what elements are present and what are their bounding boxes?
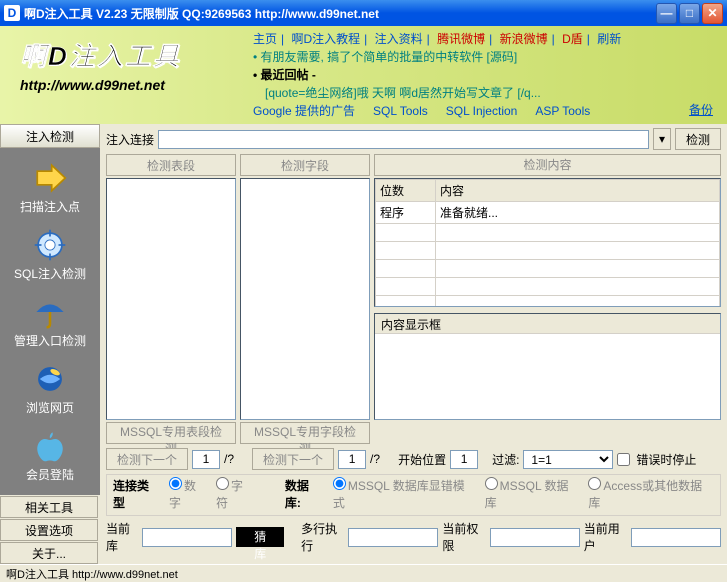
table-row (376, 277, 720, 295)
link-asptools[interactable]: ASP Tools (535, 102, 590, 120)
url-label: 注入连接 (106, 131, 154, 148)
conn-type-label: 连接类型 (113, 477, 161, 511)
start-pos-label: 开始位置 (398, 451, 446, 468)
connection-fieldset: 连接类型 数字 字符 数据库: MSSQL 数据库显错模式 MSSQL 数据库 … (106, 474, 721, 516)
nav-sina-weibo[interactable]: 新浪微博 (500, 32, 548, 46)
start-pos-input[interactable] (450, 450, 478, 469)
sidebar: 注入检测 扫描注入点 SQL注入检测 管理入口检测 浏览网页 会员登陆 (0, 124, 100, 564)
table-row (376, 295, 720, 307)
table-row (376, 223, 720, 241)
mssql-tables-button[interactable]: MSSQL专用表段检测 (106, 422, 236, 444)
db-label: 数据库: (285, 477, 325, 511)
page-input-1[interactable] (192, 450, 220, 469)
conn-type-number-radio[interactable] (169, 477, 182, 490)
recent-posts-label: • 最近回帖 - (253, 68, 316, 82)
current-db-input[interactable] (142, 528, 232, 547)
conn-type-char-radio[interactable] (216, 477, 229, 490)
table-row (376, 241, 720, 259)
current-priv-label: 当前权限 (442, 520, 485, 554)
sidebar-item-sql-detect[interactable]: SQL注入检测 (5, 223, 95, 286)
display-area: 内容显示框 (374, 313, 721, 420)
banner-note: • 有朋友需要, 搞了个简单的批量的中转软件 [源码] (253, 48, 719, 66)
sidebar-item-admin-detect[interactable]: 管理入口检测 (5, 290, 95, 353)
url-dropdown-button[interactable]: ▾ (653, 128, 671, 150)
current-db-label: 当前库 (106, 520, 138, 554)
tables-listbox[interactable] (106, 178, 236, 420)
detect-button[interactable]: 检测 (675, 128, 721, 150)
nav-home[interactable]: 主页 (253, 32, 277, 46)
target-icon (32, 227, 68, 263)
content-grid[interactable]: 位数内容 程序准备就绪... (374, 178, 721, 307)
url-input[interactable] (158, 130, 649, 149)
table-row (376, 259, 720, 277)
current-user-label: 当前用户 (584, 520, 627, 554)
sidebar-item-login[interactable]: 会员登陆 (5, 424, 95, 487)
sidebar-btn-tools[interactable]: 相关工具 (0, 496, 98, 518)
minimize-button[interactable]: — (656, 3, 677, 24)
stop-on-error-checkbox[interactable] (617, 453, 630, 466)
current-user-input[interactable] (631, 528, 721, 547)
link-sqltools[interactable]: SQL Tools (373, 102, 428, 120)
backup-link[interactable]: 备份 (689, 101, 713, 118)
close-button[interactable]: ✕ (702, 3, 723, 24)
statusbar: 啊D注入工具 http://www.d99net.net (0, 564, 727, 582)
page-sep-1: /? (224, 452, 234, 466)
grid-header-content: 内容 (436, 179, 720, 201)
sidebar-btn-settings[interactable]: 设置选项 (0, 519, 98, 541)
guess-db-button[interactable]: 猜库 (236, 527, 284, 547)
fields-listbox[interactable] (240, 178, 370, 420)
logo-text: 啊D注入工具 (20, 36, 245, 73)
multi-exec-label: 多行执行 (301, 520, 344, 554)
db-access-radio[interactable] (588, 477, 601, 490)
db-mssql-error-radio[interactable] (333, 477, 346, 490)
app-icon: D (4, 5, 20, 21)
nav-refresh[interactable]: 刷新 (597, 32, 621, 46)
sidebar-item-scan[interactable]: 扫描注入点 (5, 156, 95, 219)
detect-next-button-1[interactable]: 检测下一个 (106, 448, 188, 470)
col-header-tables: 检测表段 (106, 154, 236, 176)
recent-post-link[interactable]: [quote=绝尘网络]哦 天啊 啊d居然开始写文章了 [/q... (265, 84, 719, 102)
display-header: 内容显示框 (375, 314, 720, 334)
sidebar-item-browse[interactable]: 浏览网页 (5, 357, 95, 420)
db-mssql-radio[interactable] (485, 477, 498, 490)
umbrella-icon (32, 294, 68, 330)
header-banner: 啊D注入工具 http://www.d99net.net 主页| 啊D注入教程|… (0, 26, 727, 124)
col-header-content: 检测内容 (374, 154, 721, 176)
nav-dshield[interactable]: D盾 (562, 32, 583, 46)
apple-icon (32, 428, 68, 464)
multi-exec-input[interactable] (348, 528, 438, 547)
current-priv-input[interactable] (490, 528, 580, 547)
col-header-fields: 检测字段 (240, 154, 370, 176)
arrow-right-icon (32, 160, 68, 196)
nav-tutorial[interactable]: 啊D注入教程 (291, 32, 360, 46)
sidebar-header[interactable]: 注入检测 (0, 124, 100, 148)
filter-label: 过滤: (492, 451, 519, 468)
nav-tencent-weibo[interactable]: 腾讯微博 (437, 32, 485, 46)
titlebar: D 啊D注入工具 V2.23 无限制版 QQ:9269563 http://ww… (0, 0, 727, 26)
filter-select[interactable]: 1=1 (523, 450, 613, 469)
maximize-button[interactable]: □ (679, 3, 700, 24)
logo-url: http://www.d99net.net (20, 77, 245, 93)
content-area: 注入连接 ▾ 检测 检测表段 MSSQL专用表段检测 检测字段 MSSQL专用字… (100, 124, 727, 564)
ie-icon (32, 361, 68, 397)
page-input-2[interactable] (338, 450, 366, 469)
link-sqlinjection[interactable]: SQL Injection (446, 102, 518, 120)
window-title: 啊D注入工具 V2.23 无限制版 QQ:9269563 http://www.… (24, 5, 656, 22)
nav-material[interactable]: 注入资料 (375, 32, 423, 46)
sidebar-btn-about[interactable]: 关于... (0, 542, 98, 564)
page-sep-2: /? (370, 452, 380, 466)
detect-next-button-2[interactable]: 检测下一个 (252, 448, 334, 470)
table-row: 程序准备就绪... (376, 201, 720, 223)
google-ads-label: Google 提供的广告 (253, 102, 355, 120)
stop-on-error-label: 错误时停止 (636, 451, 696, 468)
mssql-fields-button[interactable]: MSSQL专用字段检测 (240, 422, 370, 444)
grid-header-pos: 位数 (376, 179, 436, 201)
